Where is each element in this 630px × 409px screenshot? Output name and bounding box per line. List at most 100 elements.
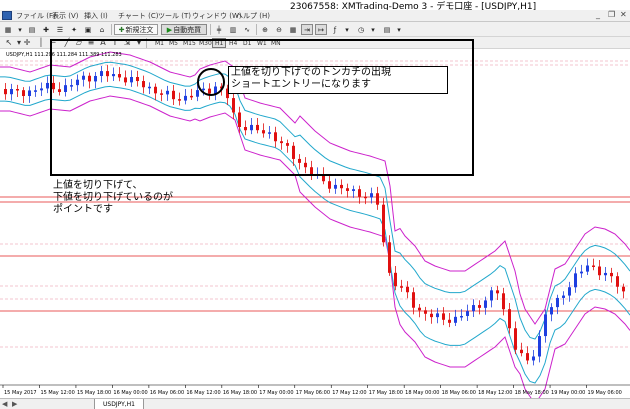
vertical-line-icon[interactable]: │ xyxy=(36,38,46,48)
menu-chart[interactable]: チャート (C) xyxy=(118,11,159,21)
menu-file[interactable]: ファイル (F) xyxy=(16,11,56,21)
annotation-trend-line2: 下値を切り下げているのが xyxy=(53,192,173,203)
candle-body xyxy=(328,181,331,189)
toolbar-separator xyxy=(111,24,112,35)
candle-body xyxy=(34,90,37,92)
candle-body xyxy=(460,315,463,318)
line-chart-icon[interactable]: ∿ xyxy=(241,24,253,35)
x-axis-label: 17 May 18:00 xyxy=(369,390,403,396)
candle-body xyxy=(568,287,571,296)
zoom-out-icon[interactable]: ⊖ xyxy=(273,24,285,35)
candle-body xyxy=(586,265,589,272)
candle-body xyxy=(376,193,379,205)
candle-body xyxy=(334,184,337,189)
candle-body xyxy=(574,273,577,288)
candle-body xyxy=(604,272,607,276)
chevron-down-icon[interactable]: ▾ xyxy=(16,24,24,35)
terminal-icon[interactable]: ▣ xyxy=(82,24,94,35)
profiles-icon[interactable]: ▤ xyxy=(26,24,38,35)
candle-body xyxy=(532,356,535,361)
navigator-icon[interactable]: ✦ xyxy=(68,24,80,35)
candle-body xyxy=(352,189,355,191)
candle-body xyxy=(622,286,625,292)
zoom-in-icon[interactable]: ⊕ xyxy=(259,24,271,35)
new-chart-icon[interactable]: ▦ xyxy=(2,24,14,35)
annotation-trend-line1: 上値を切り下げて、 xyxy=(53,180,143,191)
menu-bar: ファイル (F) 表示 (V) 挿入 (I) チャート (C) ツール (T) … xyxy=(0,10,630,22)
chevron-down-icon[interactable]: ▾ xyxy=(369,24,377,35)
candle-body xyxy=(538,336,541,357)
new-order-button[interactable]: ✚ 新規注文 xyxy=(114,24,158,35)
candle-body xyxy=(10,89,13,95)
app-icon[interactable] xyxy=(2,11,12,20)
candle-body xyxy=(508,309,511,329)
tab-scroll-left-icon[interactable]: ◀ xyxy=(2,400,7,408)
tester-icon[interactable]: ⌂ xyxy=(96,24,108,35)
candle-body xyxy=(448,319,451,323)
candle-body xyxy=(430,313,433,318)
chevron-down-icon[interactable]: ▾ xyxy=(343,24,351,35)
new-order-label: 新規注文 xyxy=(125,25,154,34)
menu-tools[interactable]: ツール (T) xyxy=(158,11,191,21)
tile-windows-icon[interactable]: ▦ xyxy=(287,24,299,35)
candle-body xyxy=(424,310,427,314)
x-axis-label: 18 May 12:00 xyxy=(478,390,512,396)
x-axis-label: 16 May 12:00 xyxy=(186,390,220,396)
candle-body xyxy=(556,297,559,308)
tab-scroll-right-icon[interactable]: ▶ xyxy=(12,400,17,408)
candle-body xyxy=(388,242,391,273)
crosshair-icon[interactable]: ✛ xyxy=(22,38,32,48)
toolbar-separator xyxy=(210,24,211,35)
candle-body xyxy=(358,189,361,197)
cursor-icon[interactable]: ↖ xyxy=(4,38,14,48)
candle-body xyxy=(478,305,481,308)
annotation-entry-line2: ショートエントリーになります xyxy=(231,79,371,90)
market-watch-icon[interactable]: ✚ xyxy=(40,24,52,35)
candle-body xyxy=(598,266,601,276)
chevron-down-icon[interactable]: ▾ xyxy=(395,24,403,35)
candle-body xyxy=(484,300,487,308)
autoscroll-icon[interactable]: ↦ xyxy=(315,24,327,35)
minimize-icon[interactable]: _ xyxy=(596,10,600,19)
candle-body xyxy=(472,305,475,312)
menu-view[interactable]: 表示 (V) xyxy=(52,11,78,21)
candle-body xyxy=(454,316,457,323)
close-icon[interactable]: ✕ xyxy=(620,10,627,19)
bar-chart-icon[interactable]: ╪ xyxy=(213,24,225,35)
tab-usdjpy-h1[interactable]: USDJPY,H1 xyxy=(94,399,144,409)
candle-body xyxy=(340,184,343,189)
candle-body xyxy=(28,90,31,97)
menu-help[interactable]: ヘルプ (H) xyxy=(236,11,270,21)
candle-body xyxy=(364,196,367,199)
x-axis-label: 17 May 12:00 xyxy=(332,390,366,396)
candle-body xyxy=(514,328,517,350)
candle-body xyxy=(394,272,397,287)
menu-insert[interactable]: 挿入 (I) xyxy=(84,11,108,21)
x-axis-label: 19 May 06:00 xyxy=(588,390,622,396)
chart-type-icon[interactable]: ▥ xyxy=(227,24,239,35)
x-axis-label: 15 May 2017 xyxy=(4,390,37,396)
restore-icon[interactable]: ❐ xyxy=(608,10,615,19)
annotation-frame xyxy=(50,39,474,176)
candle-body xyxy=(412,292,415,308)
annotation-circle xyxy=(197,68,225,96)
candle-body xyxy=(16,89,19,91)
candle-body xyxy=(562,295,565,298)
x-axis-label: 18 May 18:00 xyxy=(515,390,549,396)
annotation-entry-line1: 上値を切り下げでのトンカチの出現 xyxy=(231,67,391,78)
candle-body xyxy=(46,82,49,89)
chart-shift-icon[interactable]: ⇥ xyxy=(301,24,313,35)
indicators-icon[interactable]: ƒ xyxy=(329,24,341,35)
auto-trade-button[interactable]: ▶ 自動売買 xyxy=(161,24,207,35)
candle-body xyxy=(22,90,25,97)
templates-icon[interactable]: ▤ xyxy=(381,24,393,35)
x-axis-label: 15 May 18:00 xyxy=(77,390,111,396)
x-axis-label: 18 May 06:00 xyxy=(442,390,476,396)
candle-body xyxy=(4,89,7,95)
data-window-icon[interactable]: ☰ xyxy=(54,24,66,35)
periods-icon[interactable]: ◷ xyxy=(355,24,367,35)
candle-body xyxy=(526,353,529,361)
candle-body xyxy=(550,307,553,315)
candle-body xyxy=(418,307,421,311)
menu-window[interactable]: ウィンドウ (W) xyxy=(192,11,242,21)
